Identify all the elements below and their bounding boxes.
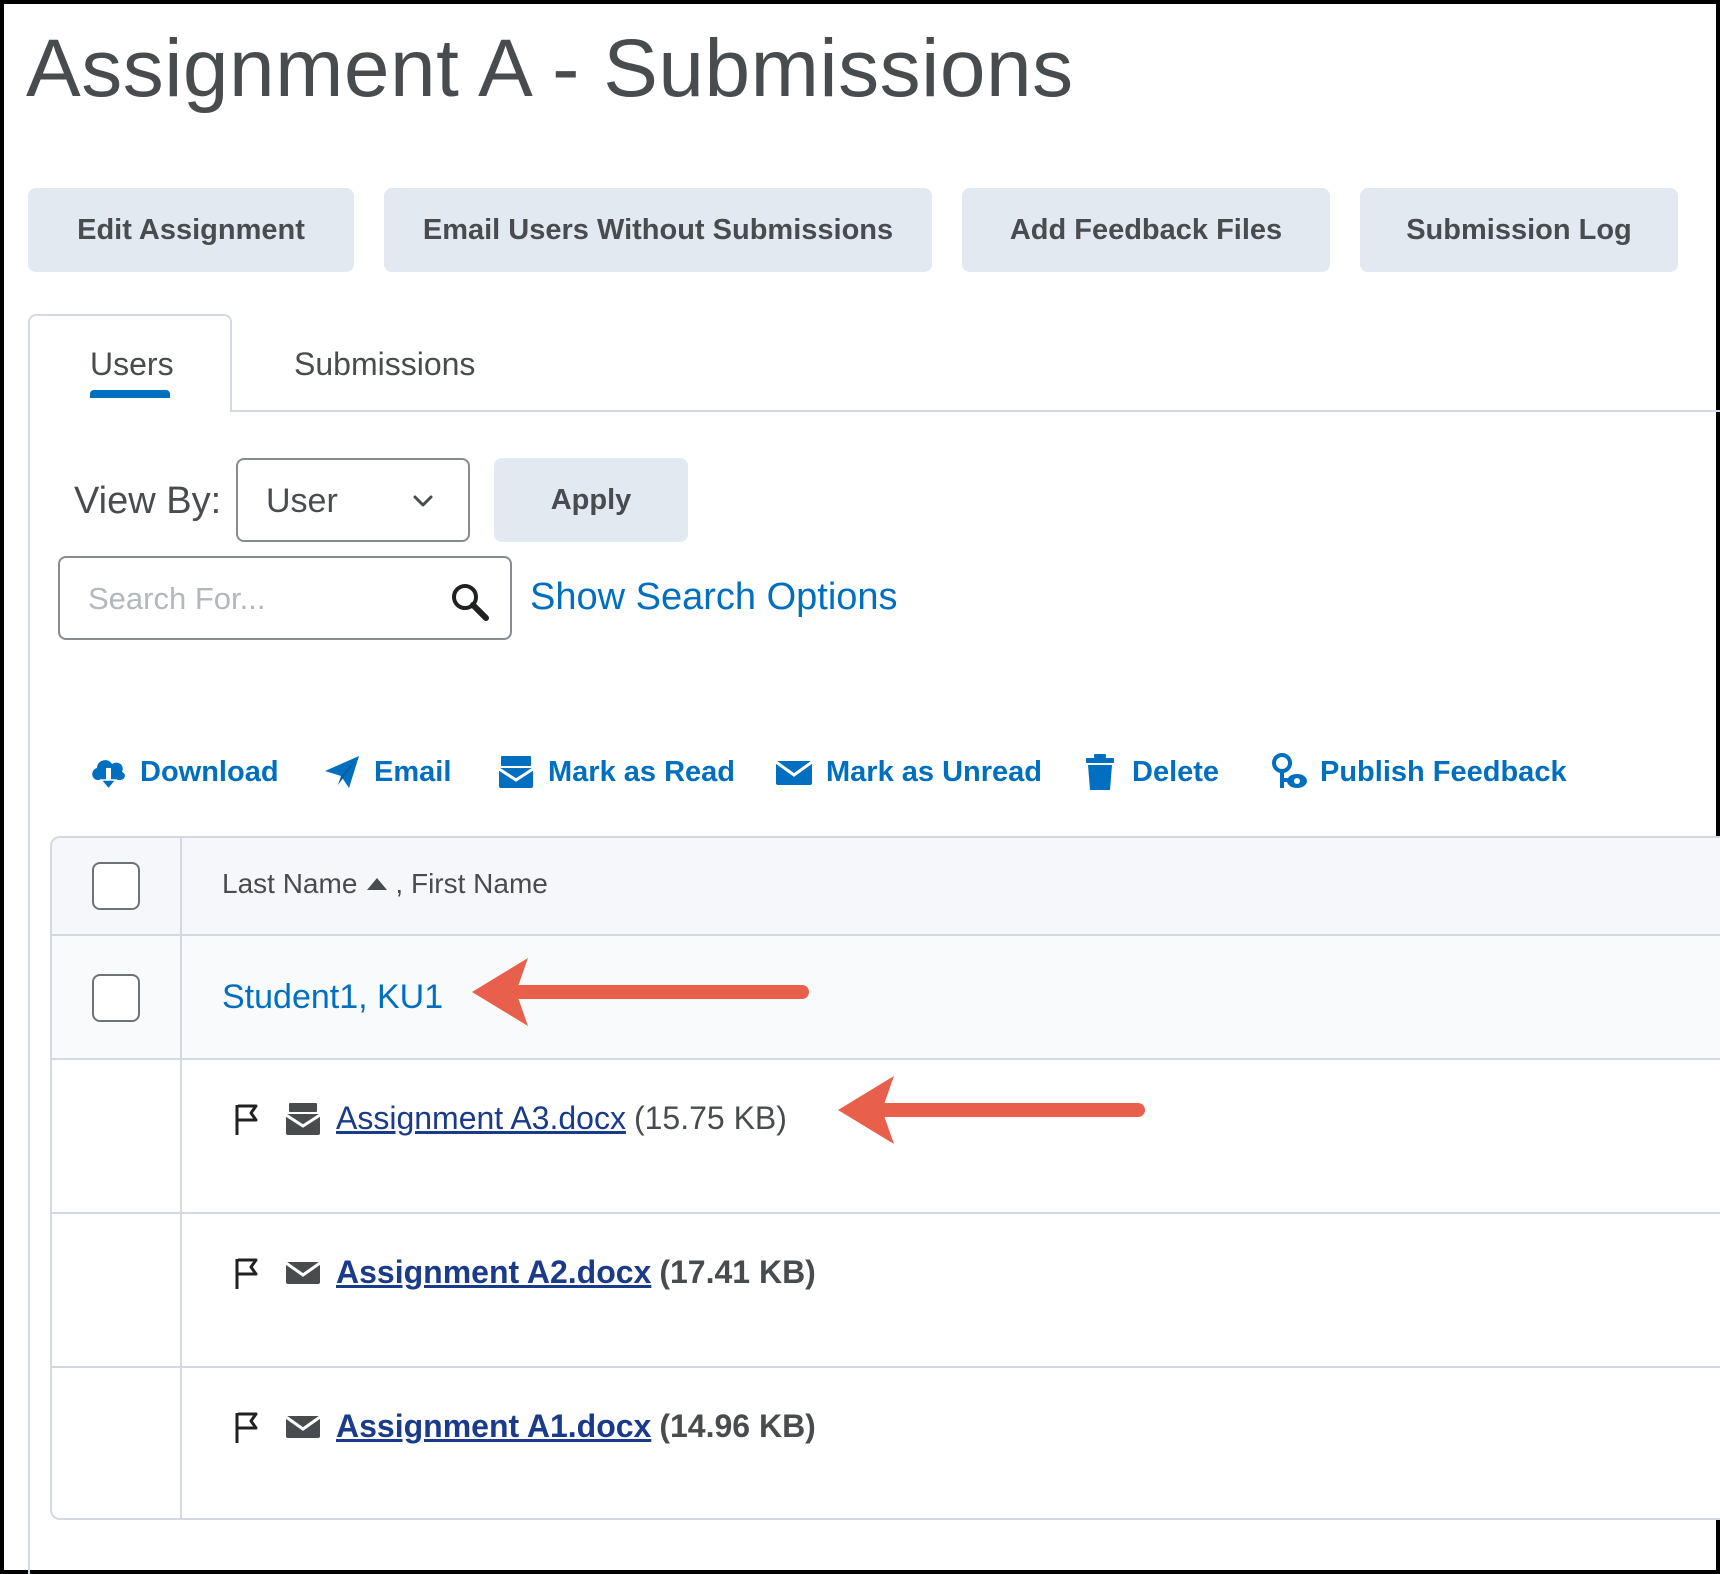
student-checkbox[interactable]: [92, 974, 140, 1022]
page-title: Assignment A - Submissions: [26, 23, 1074, 114]
publish-feedback-icon: [1272, 753, 1307, 788]
add-feedback-files-button[interactable]: Add Feedback Files: [962, 188, 1330, 272]
table-header-row: Last Name , First Name: [52, 838, 1720, 936]
last-name-header[interactable]: Last Name: [222, 868, 357, 899]
email-users-without-submissions-button[interactable]: Email Users Without Submissions: [384, 188, 932, 272]
file-size: (15.75 KB): [633, 1100, 787, 1136]
screenshot-frame: Assignment A - Submissions Edit Assignme…: [0, 0, 1720, 1574]
delete-action[interactable]: Delete: [1080, 752, 1219, 792]
email-label: Email: [374, 755, 452, 788]
mark-as-unread-label: Mark as Unread: [826, 755, 1042, 788]
tab-users-label[interactable]: Users: [90, 346, 174, 383]
file-link[interactable]: Assignment A3.docx: [336, 1100, 626, 1137]
trash-icon: [1086, 754, 1114, 790]
delete-label: Delete: [1132, 755, 1220, 788]
search-icon[interactable]: [448, 580, 492, 624]
download-action[interactable]: Download: [88, 752, 279, 792]
chevron-down-icon[interactable]: [412, 490, 434, 512]
open-envelope-icon: [285, 1102, 321, 1135]
mark-as-read-label: Mark as Read: [548, 755, 735, 788]
table-row-student: Student1, KU1: [52, 936, 1720, 1060]
checkbox-column-divider: [180, 838, 182, 1518]
envelope-icon: [285, 1415, 321, 1438]
publish-feedback-action[interactable]: Publish Feedback: [1268, 752, 1567, 792]
apply-button[interactable]: Apply: [494, 458, 688, 542]
mark-as-unread-action[interactable]: Mark as Unread: [774, 752, 1042, 792]
cloud-download-icon: [92, 760, 125, 791]
annotation-arrow-icon: [838, 1076, 1145, 1144]
sort-ascending-icon: [367, 877, 388, 890]
active-tab-indicator: [90, 390, 170, 398]
file-size: (14.96 KB): [659, 1408, 816, 1444]
view-by-value[interactable]: User: [266, 482, 338, 521]
table-row-file: Assignment A2.docx (17.41 KB): [52, 1214, 1720, 1368]
flag-icon[interactable]: [232, 1101, 262, 1137]
file-link[interactable]: Assignment A1.docx: [336, 1408, 651, 1445]
table-row-file: Assignment A1.docx (14.96 KB): [52, 1368, 1720, 1518]
flag-icon[interactable]: [232, 1255, 262, 1291]
search-input[interactable]: [88, 578, 428, 620]
tab-submissions[interactable]: Submissions: [294, 346, 475, 383]
file-link[interactable]: Assignment A2.docx: [336, 1254, 651, 1291]
select-all-checkbox[interactable]: [92, 862, 140, 910]
annotation-arrow-icon: [472, 958, 809, 1026]
open-envelope-icon: [498, 756, 534, 788]
view-by-label: View By:: [74, 480, 222, 522]
first-name-header[interactable]: , First Name: [395, 868, 547, 899]
tabs-divider: [28, 410, 1720, 412]
student-name-link[interactable]: Student1, KU1: [222, 978, 443, 1017]
publish-feedback-label: Publish Feedback: [1320, 755, 1567, 788]
mark-as-read-action[interactable]: Mark as Read: [496, 752, 735, 792]
submissions-table: Last Name , First Name Student1, KU1 Assi…: [50, 836, 1720, 1520]
file-size: (17.41 KB): [659, 1254, 816, 1290]
envelope-icon: [775, 760, 813, 785]
email-action[interactable]: Email: [322, 752, 451, 792]
download-label: Download: [140, 755, 279, 788]
name-column-header[interactable]: Last Name , First Name: [222, 868, 548, 900]
paper-plane-icon: [325, 756, 359, 788]
panel-left-border: [28, 410, 30, 1574]
envelope-icon: [285, 1261, 321, 1284]
show-search-options-link[interactable]: Show Search Options: [530, 576, 898, 619]
submission-log-button[interactable]: Submission Log: [1360, 188, 1678, 272]
edit-assignment-button[interactable]: Edit Assignment: [28, 188, 354, 272]
flag-icon[interactable]: [232, 1409, 262, 1445]
